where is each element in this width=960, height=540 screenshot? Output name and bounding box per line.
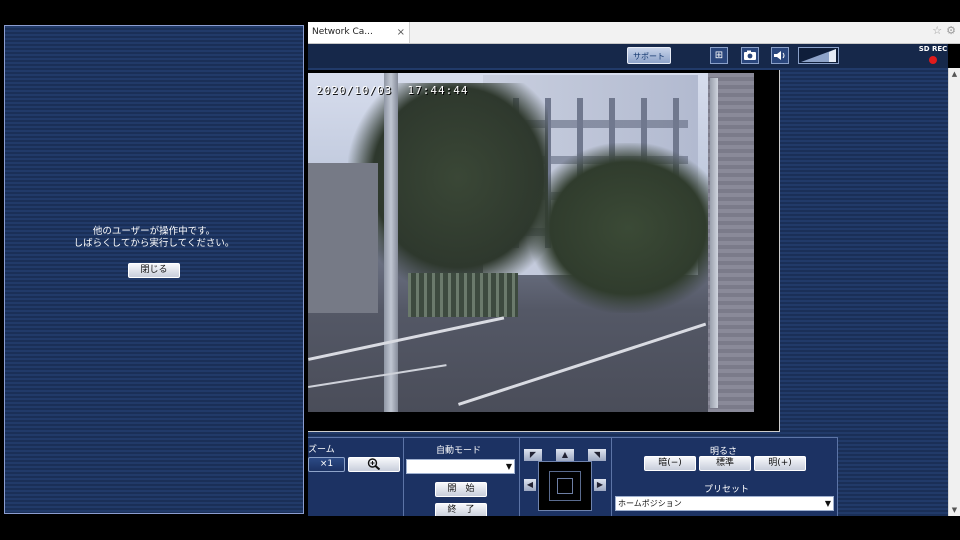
zoom-x1-button[interactable]: ×1 (308, 457, 345, 472)
browser-icons: ☆ ⚙ (928, 24, 956, 37)
zoom-label: ズーム (308, 445, 335, 455)
pan-tilt-control: ◤ ▲ ◥ ◀ ▶ (524, 449, 606, 517)
tab-close-icon[interactable]: × (397, 22, 405, 43)
ptz-up-right-button[interactable]: ◥ (588, 449, 606, 461)
top-letterbox (0, 0, 960, 22)
auto-mode-select[interactable]: ▼ (406, 459, 515, 474)
scroll-up-icon[interactable]: ▲ (949, 68, 960, 80)
control-panel: ズーム ×1 自動モード ▼ 開 始 終 了 ◤ ▲ ◥ ◀ ▶ 明るさ 暗(− (308, 437, 838, 518)
preset-selected: ホームポジション (618, 499, 682, 508)
speaker-icon[interactable] (771, 47, 789, 64)
operation-busy-dialog: 他のユーザーが操作中です。 しばらくしてから実行してください。 閉じる (4, 25, 304, 514)
auto-mode-label: 自動モード (436, 446, 482, 456)
dialog-message: 他のユーザーが操作中です。 しばらくしてから実行してください。 (5, 226, 303, 250)
chevron-down-icon: ▼ (824, 499, 831, 508)
sd-rec-label: SD REC (918, 45, 948, 53)
sd-rec-indicator: SD REC (918, 45, 948, 64)
video-frame[interactable]: 2020/10/03 17:44:44 (308, 70, 780, 432)
chevron-down-icon: ▼ (505, 462, 512, 471)
fit-window-icon[interactable]: ⊞ (710, 47, 728, 64)
browser-tab-strip: Network Ca... × ☆ ⚙ (308, 22, 960, 44)
support-button[interactable]: サポート (627, 47, 671, 64)
dialog-close-button[interactable]: 閉じる (128, 263, 180, 278)
ptz-right-button[interactable]: ▶ (594, 479, 606, 491)
ptz-position-pad[interactable] (538, 461, 592, 511)
browser-tab[interactable]: Network Ca... × (308, 22, 410, 43)
panel-divider (403, 438, 404, 517)
bottom-letterbox (0, 516, 960, 540)
star-icon[interactable]: ☆ (932, 24, 942, 37)
snapshot-camera-icon[interactable] (741, 47, 759, 64)
camera-toolbar: サポート ⊞ SD REC (308, 44, 948, 68)
live-video-image: 2020/10/03 17:44:44 (308, 73, 754, 412)
dialog-message-line1: 他のユーザーが操作中です。 (92, 226, 216, 237)
preset-select[interactable]: ホームポジション ▼ (615, 496, 834, 511)
vertical-scrollbar[interactable]: ▲ ▼ (948, 68, 960, 516)
camera-app: サポート ⊞ SD REC 2020/10/03 17:44:44 ズーム ×1… (308, 44, 960, 518)
brightness-standard-button[interactable]: 標準 (699, 456, 751, 471)
osd-time: 17:44:44 (407, 84, 469, 97)
browser-tab-title: Network Ca... (312, 27, 373, 37)
volume-bars-icon[interactable] (798, 47, 839, 64)
video-timestamp-osd: 2020/10/03 17:44:44 (316, 84, 468, 97)
scroll-down-icon[interactable]: ▼ (949, 504, 960, 516)
brightness-dark-button[interactable]: 暗(−) (644, 456, 696, 471)
osd-date: 2020/10/03 (316, 84, 393, 97)
ptz-up-left-button[interactable]: ◤ (524, 449, 542, 461)
zoom-in-button[interactable] (348, 457, 400, 472)
zoom-in-icon (367, 458, 381, 471)
dialog-message-line2: しばらくしてから実行してください。 (73, 238, 235, 249)
ptz-left-button[interactable]: ◀ (524, 479, 536, 491)
panel-divider (611, 438, 612, 517)
panel-divider (519, 438, 520, 517)
rec-dot-icon (929, 56, 937, 64)
gear-icon[interactable]: ⚙ (946, 24, 956, 37)
ptz-up-button[interactable]: ▲ (556, 449, 574, 461)
brightness-bright-button[interactable]: 明(+) (754, 456, 806, 471)
preset-label: プリセット (704, 485, 750, 495)
auto-start-button[interactable]: 開 始 (435, 482, 487, 497)
